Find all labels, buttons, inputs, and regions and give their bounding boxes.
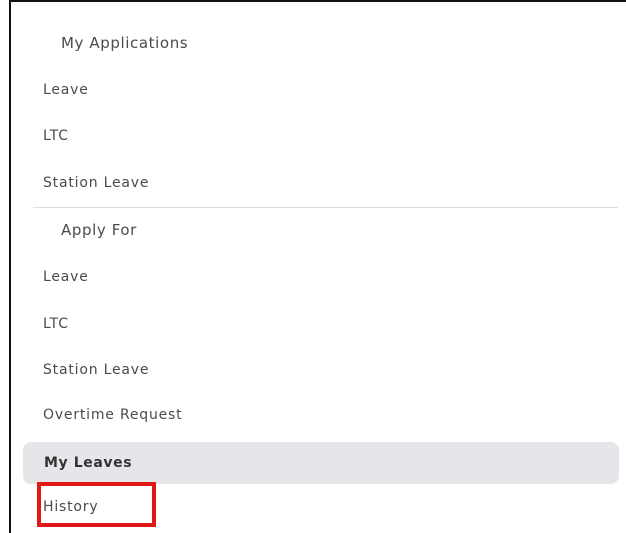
menu-item-my-applications-ltc[interactable]: LTC: [43, 126, 69, 146]
menu-item-my-applications-station-leave[interactable]: Station Leave: [43, 173, 149, 193]
menu-item-my-applications-leave[interactable]: Leave: [43, 80, 89, 100]
menu-item-apply-station-leave[interactable]: Station Leave: [43, 360, 149, 380]
menu-item-my-leaves[interactable]: My Leaves: [23, 442, 619, 484]
menu-item-apply-ltc[interactable]: LTC: [43, 314, 69, 334]
section-title-apply-for: Apply For: [61, 221, 137, 239]
sidebar-menu: My Applications Leave LTC Station Leave …: [11, 0, 620, 533]
menu-item-my-leaves-label: My Leaves: [44, 455, 133, 471]
menu-item-apply-leave[interactable]: Leave: [43, 267, 89, 287]
section-divider: [33, 207, 618, 208]
section-title-my-applications: My Applications: [61, 34, 189, 52]
menu-item-apply-overtime-request[interactable]: Overtime Request: [43, 405, 182, 425]
menu-item-history[interactable]: History: [43, 497, 98, 517]
